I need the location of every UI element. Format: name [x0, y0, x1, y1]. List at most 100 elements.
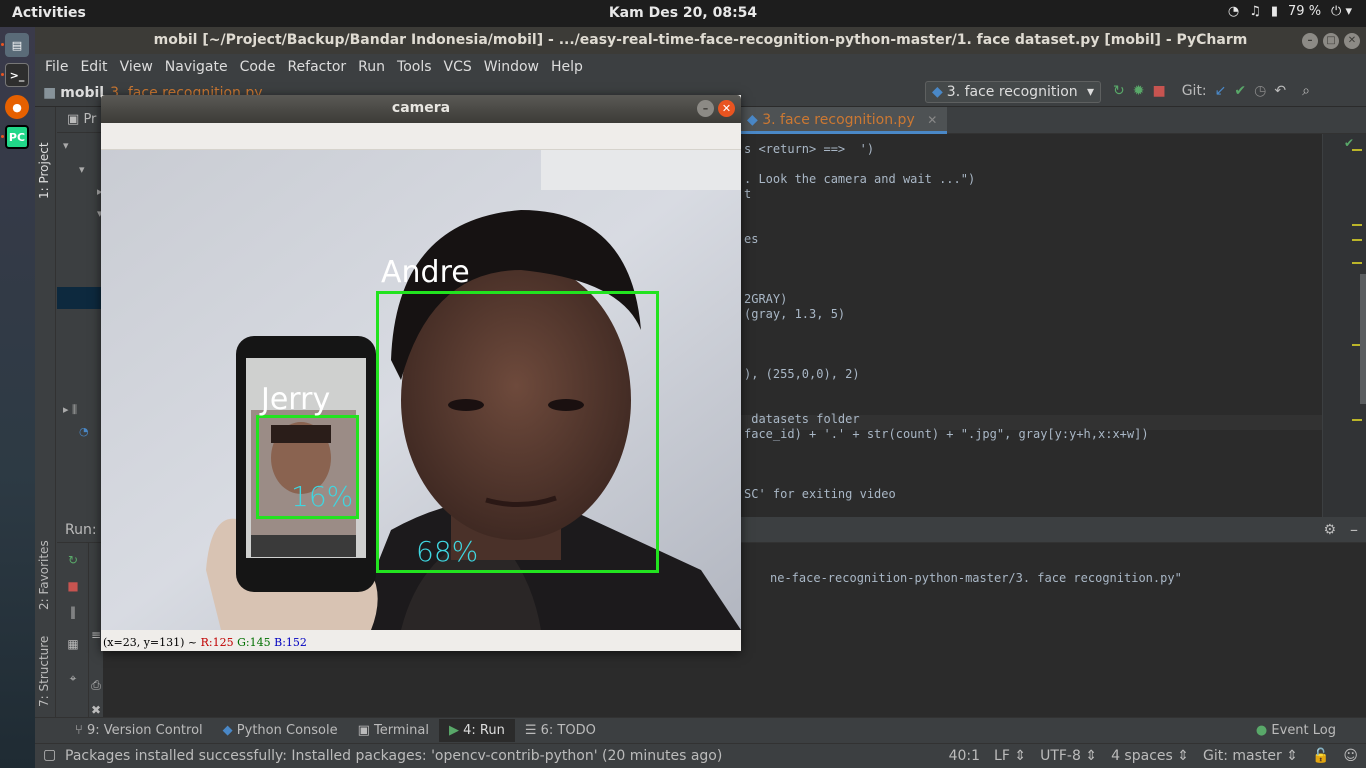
pycharm-icon[interactable]: PC [5, 125, 29, 149]
code-line[interactable]: 2GRAY) [744, 292, 787, 306]
tab-face-recognition[interactable]: ◆ 3. face recognition.py ✕ [737, 107, 948, 134]
indent-setting[interactable]: 4 spaces ⇕ [1111, 748, 1189, 764]
menu-view[interactable]: View [114, 59, 159, 75]
menu-code[interactable]: Code [234, 59, 282, 75]
code-line[interactable]: face_id) + '.' + str(count) + ".jpg", gr… [744, 427, 1149, 441]
menu-refactor[interactable]: Refactor [281, 59, 352, 75]
close-tab-icon[interactable]: ✕ [927, 113, 937, 127]
tool-python-console[interactable]: ◆ Python Console [213, 719, 348, 742]
terminal-icon: ▣ [357, 723, 375, 738]
stop-icon[interactable]: ■ [1152, 83, 1165, 99]
error-stripe[interactable]: ✔ [1322, 134, 1366, 517]
history-icon[interactable]: ◷ [1254, 83, 1266, 99]
volume-icon[interactable]: ♫ [1249, 4, 1261, 19]
system-tray[interactable]: ◔ ♫ ▮ 79 % ⏻ ▾ [1228, 4, 1352, 19]
pause-icon[interactable]: ‖ [66, 605, 80, 619]
camera-titlebar[interactable]: camera – ✕ [101, 95, 741, 123]
menu-file[interactable]: File [39, 59, 74, 75]
stop-icon[interactable]: ■ [66, 579, 80, 593]
minimize-icon[interactable]: – [1302, 33, 1318, 49]
maximize-icon[interactable]: □ [1323, 33, 1339, 49]
event-log[interactable]: ● Event Log [1256, 723, 1336, 738]
run-icon: ▶ [448, 723, 464, 738]
code-line[interactable]: es [744, 232, 758, 246]
camera-frame[interactable]: Andre 68% Jerry 16% [101, 150, 741, 630]
revert-icon[interactable]: ↶ [1274, 83, 1286, 99]
file-encoding[interactable]: UTF-8 ⇕ [1040, 748, 1097, 764]
layout-icon[interactable]: ▦ [66, 637, 80, 651]
menu-help[interactable]: Help [545, 59, 589, 75]
menu-run[interactable]: Run [352, 59, 391, 75]
run-config-label: 3. face recognition [946, 84, 1078, 100]
gear-icon[interactable]: ⚙ [1323, 522, 1336, 538]
code-line[interactable]: (gray, 1.3, 5) [744, 307, 845, 321]
external-libraries-icon[interactable]: ▸ ⫼ [63, 403, 77, 417]
rerun-icon[interactable]: ↻ [66, 553, 80, 567]
hide-panel-icon[interactable]: – [1350, 520, 1358, 539]
pixel-blue: B:152 [274, 636, 307, 649]
warning-mark[interactable] [1352, 224, 1362, 226]
line-separator[interactable]: LF ⇕ [994, 748, 1026, 764]
pin-icon[interactable]: ⌖ [66, 671, 80, 685]
warning-mark[interactable] [1352, 262, 1362, 264]
wifi-icon[interactable]: ◔ [1228, 4, 1239, 19]
tool-terminal[interactable]: ▣ Terminal [348, 719, 439, 742]
code-line[interactable]: s <return> ==> ') [744, 142, 874, 156]
tab-favorites[interactable]: 2: Favorites [37, 540, 51, 610]
code-line[interactable]: . Look the camera and wait ...") [744, 172, 975, 186]
terminal-icon[interactable]: >_ [5, 63, 29, 87]
menu-tools[interactable]: Tools [391, 59, 438, 75]
files-icon[interactable]: ▤ [5, 33, 29, 57]
power-menu-icon[interactable]: ⏻ ▾ [1331, 4, 1352, 19]
tab-structure[interactable]: 7: Structure [37, 636, 51, 707]
tool-version-control[interactable]: ⑂ 9: Version Control [65, 719, 213, 742]
menu-edit[interactable]: Edit [74, 59, 113, 75]
toggle-tool-windows-icon[interactable]: ▢ [43, 747, 56, 763]
rerun-icon[interactable]: ↻ [1113, 83, 1125, 99]
clock[interactable]: Kam Des 20, 08:54 [0, 5, 1366, 21]
trash-icon[interactable]: ✖ [89, 703, 103, 717]
warning-mark[interactable] [1352, 239, 1362, 241]
search-icon[interactable]: ⌕ [1302, 83, 1310, 99]
nav-toolbar: ↻ ✹ ■ Git: ↙ ✔ ◷ ↶ ⌕ [1113, 83, 1310, 99]
python-console-icon: ◆ [222, 723, 237, 738]
code-line[interactable]: ), (255,0,0), 2) [744, 367, 860, 381]
tool-todo[interactable]: ☰ 6: TODO [515, 719, 606, 742]
lock-icon[interactable]: 🔓 [1312, 748, 1329, 764]
close-icon[interactable]: ✕ [718, 100, 735, 117]
tree-expander-icon[interactable]: ▾ [63, 139, 69, 152]
hector-icon[interactable]: ☺ [1343, 748, 1358, 764]
breadcrumb-root[interactable]: mobil [60, 85, 104, 101]
code-line[interactable]: SC' for exiting video [744, 487, 896, 501]
minimize-icon[interactable]: – [697, 100, 714, 117]
menu-navigate[interactable]: Navigate [159, 59, 234, 75]
window-titlebar[interactable]: mobil [~/Project/Backup/Bandar Indonesia… [35, 27, 1366, 54]
scratches-icon[interactable]: ◔ [79, 425, 89, 438]
battery-percent[interactable]: 79 % [1288, 4, 1321, 19]
warning-mark[interactable] [1352, 149, 1362, 151]
caret-position[interactable]: 40:1 [949, 748, 980, 764]
code-line[interactable]: datasets folder [744, 412, 859, 426]
print-icon[interactable]: ⎙ [89, 678, 103, 692]
run-config-selector[interactable]: ◆ 3. face recognition ▾ [925, 81, 1101, 103]
warning-mark[interactable] [1352, 419, 1362, 421]
code-line[interactable]: t [744, 187, 751, 201]
running-indicator [1, 135, 4, 138]
firefox-icon[interactable]: ● [5, 95, 29, 119]
git-branch[interactable]: Git: master ⇕ [1203, 748, 1298, 764]
inspection-ok-icon[interactable]: ✔ [1344, 136, 1354, 150]
tree-expander-icon[interactable]: ▾ [79, 163, 85, 176]
tool-run[interactable]: ▶ 4: Run [438, 719, 515, 742]
status-message[interactable]: Packages installed successfully: Install… [65, 748, 722, 764]
menu-vcs[interactable]: VCS [438, 59, 478, 75]
vcs-commit-icon[interactable]: ✔ [1234, 83, 1246, 99]
editor-scrollbar[interactable] [1360, 274, 1366, 404]
vcs-update-icon[interactable]: ↙ [1215, 83, 1227, 99]
menu-window[interactable]: Window [478, 59, 545, 75]
battery-icon[interactable]: ▮ [1271, 4, 1278, 19]
left-tool-strip: 1: Project 2: Favorites 7: Structure [35, 107, 56, 717]
debug-icon[interactable]: ✹ [1133, 83, 1145, 99]
close-icon[interactable]: ✕ [1344, 33, 1360, 49]
python-file-icon: ◆ [747, 112, 758, 128]
tab-project[interactable]: 1: Project [37, 142, 51, 199]
